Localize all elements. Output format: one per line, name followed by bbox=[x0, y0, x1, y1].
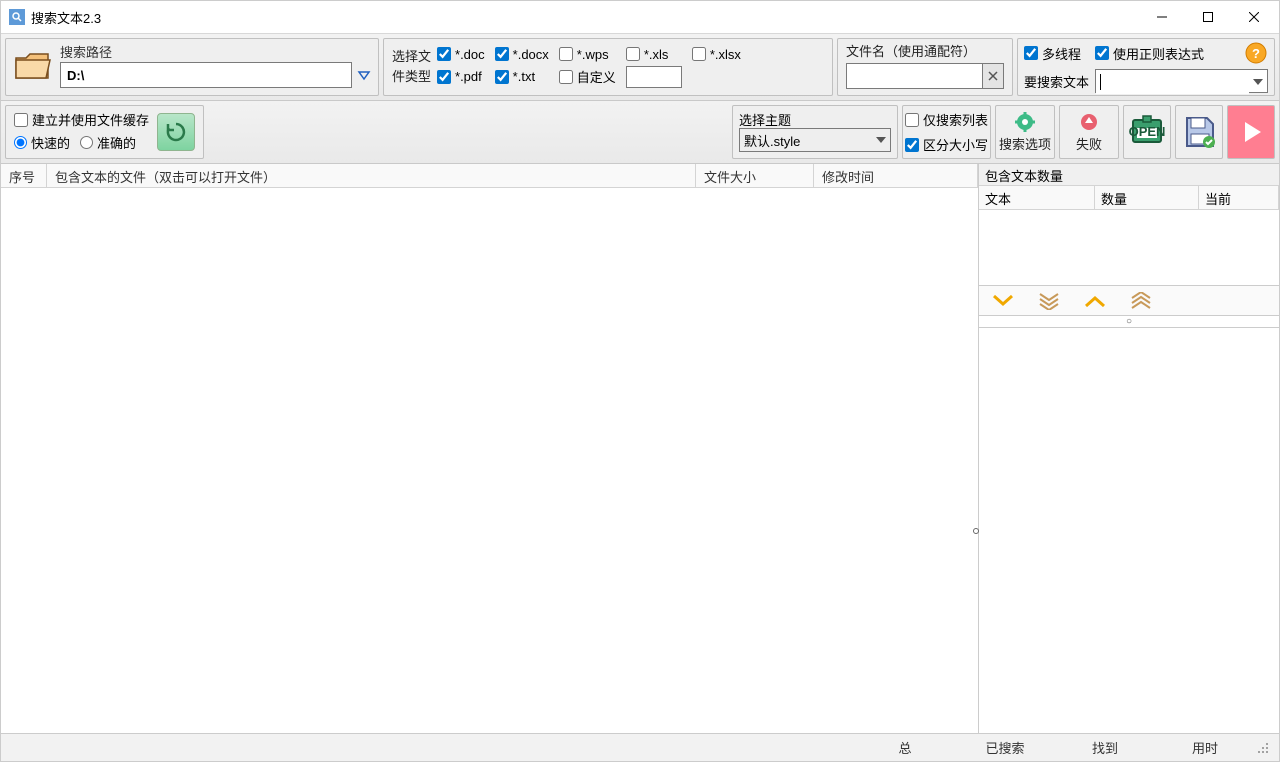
filetype-label: 选择文 件类型 bbox=[392, 47, 431, 87]
search-options-button[interactable]: 搜索选项 bbox=[995, 105, 1055, 159]
theme-select[interactable]: 默认.style bbox=[739, 128, 891, 152]
col-file[interactable]: 包含文本的文件（双击可以打开文件） bbox=[47, 164, 696, 187]
preview-pane[interactable] bbox=[979, 327, 1279, 733]
col-current[interactable]: 当前 bbox=[1199, 186, 1279, 209]
minimize-button[interactable] bbox=[1139, 2, 1185, 32]
use-cache-checkbox[interactable]: 建立并使用文件缓存 bbox=[14, 110, 149, 129]
text-count-pane: 包含文本数量 文本 数量 当前 ○ bbox=[979, 164, 1279, 733]
splitter-dot[interactable]: ○ bbox=[979, 316, 1279, 327]
close-button[interactable] bbox=[1231, 2, 1277, 32]
nav-down-icon[interactable] bbox=[991, 291, 1015, 311]
filetype-wps[interactable]: *.wps bbox=[559, 47, 616, 62]
search-path-input[interactable] bbox=[60, 62, 352, 88]
option-regex[interactable]: 使用正则表达式 bbox=[1095, 44, 1204, 63]
filetype-pdf[interactable]: *.pdf bbox=[437, 69, 485, 84]
filename-panel: 文件名（使用通配符） bbox=[837, 38, 1013, 96]
option-multithread[interactable]: 多线程 bbox=[1024, 44, 1081, 63]
status-bar: 总 已搜索 找到 用时 bbox=[1, 733, 1279, 761]
nav-down-all-icon[interactable] bbox=[1037, 291, 1061, 311]
col-no[interactable]: 序号 bbox=[1, 164, 47, 187]
resize-grip[interactable] bbox=[1255, 740, 1271, 756]
filetype-custom[interactable]: 自定义 bbox=[559, 67, 616, 86]
search-text-dropdown[interactable] bbox=[1249, 70, 1267, 94]
main-area: 序号 包含文本的文件（双击可以打开文件） 文件大小 修改时间 包含文本数量 文本… bbox=[1, 164, 1279, 733]
status-searched: 已搜索 bbox=[955, 738, 1055, 757]
spacer bbox=[208, 105, 728, 159]
status-total: 总 bbox=[855, 738, 955, 757]
col-count[interactable]: 数量 bbox=[1095, 186, 1199, 209]
search-text-label: 要搜索文本 bbox=[1024, 72, 1089, 91]
filetype-docx[interactable]: *.docx bbox=[495, 47, 549, 62]
options-panel: 多线程 使用正则表达式 ? 要搜索文本 bbox=[1017, 38, 1275, 96]
filename-clear-button[interactable] bbox=[982, 63, 1004, 89]
results-pane: 序号 包含文本的文件（双击可以打开文件） 文件大小 修改时间 bbox=[1, 164, 979, 733]
search-text-input[interactable] bbox=[1096, 70, 1249, 94]
results-header: 序号 包含文本的文件（双击可以打开文件） 文件大小 修改时间 bbox=[1, 164, 978, 188]
filetype-doc[interactable]: *.doc bbox=[437, 47, 485, 62]
case-sensitive[interactable]: 区分大小写 bbox=[905, 135, 988, 154]
only-search-list[interactable]: 仅搜索列表 bbox=[905, 110, 988, 129]
run-button[interactable] bbox=[1227, 105, 1275, 159]
theme-label: 选择主题 bbox=[739, 110, 791, 128]
svg-text:OPEN: OPEN bbox=[1129, 124, 1165, 139]
filetype-custom-input[interactable] bbox=[626, 66, 682, 88]
help-icon[interactable]: ? bbox=[1244, 41, 1268, 65]
filetype-xlsx[interactable]: *.xlsx bbox=[692, 47, 741, 62]
filetype-xls[interactable]: *.xls bbox=[626, 47, 682, 62]
open-button[interactable]: OPEN bbox=[1123, 105, 1171, 159]
nav-up-all-icon[interactable] bbox=[1129, 291, 1153, 311]
folder-icon[interactable] bbox=[12, 48, 54, 86]
list-options-panel: 仅搜索列表 区分大小写 bbox=[902, 105, 991, 159]
col-size[interactable]: 文件大小 bbox=[696, 164, 814, 187]
text-count-table: 文本 数量 当前 bbox=[979, 186, 1279, 286]
col-mtime[interactable]: 修改时间 bbox=[814, 164, 978, 187]
cache-mode-fast[interactable]: 快速的 bbox=[14, 133, 70, 152]
title-bar: 搜索文本2.3 bbox=[1, 1, 1279, 33]
app-icon bbox=[9, 9, 25, 25]
maximize-button[interactable] bbox=[1185, 2, 1231, 32]
status-elapsed: 用时 bbox=[1155, 738, 1255, 757]
filename-label: 文件名（使用通配符） bbox=[846, 43, 976, 63]
filetype-panel: 选择文 件类型 *.doc *.docx *.wps *.xls *.xlsx … bbox=[383, 38, 833, 96]
toolbar-secondary: 建立并使用文件缓存 快速的 准确的 选择主题 默认.style 仅搜索列表 区分… bbox=[1, 101, 1279, 164]
filetype-txt[interactable]: *.txt bbox=[495, 69, 549, 84]
nav-up-icon[interactable] bbox=[1083, 291, 1107, 311]
path-dropdown-button[interactable] bbox=[354, 62, 374, 88]
toolbar-main: 搜索路径 选择文 件类型 *.doc *.docx *.wps *.xls *.… bbox=[1, 33, 1279, 101]
search-path-label: 搜索路径 bbox=[60, 44, 374, 62]
theme-panel: 选择主题 默认.style bbox=[732, 105, 898, 159]
text-count-body[interactable] bbox=[979, 210, 1279, 285]
nav-bar bbox=[979, 286, 1279, 316]
filename-input[interactable] bbox=[846, 63, 982, 89]
col-text[interactable]: 文本 bbox=[979, 186, 1095, 209]
refresh-button[interactable] bbox=[157, 113, 195, 151]
status-found: 找到 bbox=[1055, 738, 1155, 757]
svg-text:?: ? bbox=[1252, 46, 1260, 61]
text-count-title: 包含文本数量 bbox=[979, 164, 1279, 186]
cache-mode-accurate[interactable]: 准确的 bbox=[80, 133, 136, 152]
results-list[interactable] bbox=[1, 188, 978, 733]
app-title: 搜索文本2.3 bbox=[31, 8, 1139, 27]
upload-icon bbox=[1079, 112, 1099, 132]
gear-icon bbox=[1015, 112, 1035, 132]
cache-panel: 建立并使用文件缓存 快速的 准确的 bbox=[5, 105, 204, 159]
splitter-handle[interactable] bbox=[973, 528, 979, 534]
fail-button[interactable]: 失败 bbox=[1059, 105, 1119, 159]
save-button[interactable] bbox=[1175, 105, 1223, 159]
search-path-panel: 搜索路径 bbox=[5, 38, 379, 96]
